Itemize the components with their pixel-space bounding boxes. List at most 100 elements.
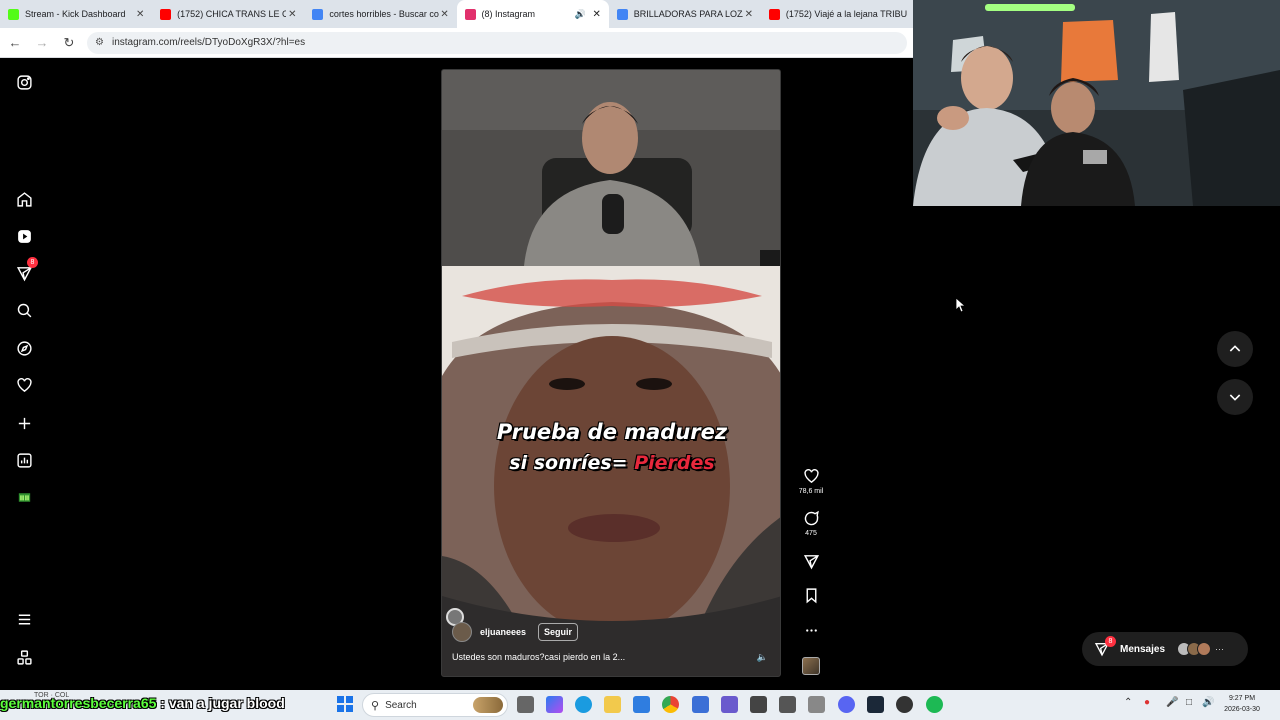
close-tab-icon[interactable]: ✕	[591, 9, 603, 20]
share-action[interactable]	[796, 553, 826, 570]
search-highlight-image	[473, 697, 503, 713]
save-action[interactable]	[796, 587, 826, 604]
tray-overflow-icon[interactable]: ⌃	[1124, 697, 1132, 708]
messages-badge: 8	[1105, 636, 1116, 647]
reel-description[interactable]: Ustedes son maduros?casi pierdo en la 2.…	[452, 652, 625, 662]
tab-title: Stream - Kick Dashboard	[25, 9, 126, 19]
google-icon	[616, 8, 628, 20]
author-username[interactable]: eljuaneees	[480, 627, 526, 637]
discord-icon[interactable]	[838, 696, 855, 713]
like-count: 78,6 mil	[798, 488, 824, 495]
overlay-caption-white: si sonríes=	[509, 452, 635, 474]
url-field[interactable]: ⚙ instagram.com/reels/DTyoDoXgR3X/?hl=es	[87, 31, 907, 54]
task-view-icon[interactable]	[517, 696, 534, 713]
browser-tab[interactable]: (1752) CHICA TRANS LE CANTA✕	[152, 0, 304, 28]
reel-author: eljuaneees Seguir	[452, 622, 579, 642]
author-avatar[interactable]	[452, 622, 472, 642]
tab-title: (1752) CHICA TRANS LE CANTA	[177, 9, 287, 19]
messages-button[interactable]: 8 Mensajes ⋯	[1082, 632, 1248, 666]
reel-footer: eljuaneees Seguir Ustedes son maduros?ca…	[442, 616, 780, 676]
close-tab-icon[interactable]: ✕	[743, 9, 755, 20]
more-avatars-icon: ⋯	[1215, 643, 1225, 654]
tray-app-icon[interactable]: ●	[1144, 697, 1150, 708]
webcam-overlay	[913, 0, 1280, 206]
dashboard-icon[interactable]	[14, 450, 34, 470]
app-icon[interactable]	[721, 696, 738, 713]
capcut-icon[interactable]	[779, 696, 796, 713]
search-icon[interactable]	[14, 300, 34, 320]
chat-username: germantorresbecerra65	[0, 695, 157, 711]
explore-icon[interactable]	[14, 338, 34, 358]
browser-tab[interactable]: (1752) Viajé a la lejana TRIBU	[761, 0, 913, 28]
original-audio-thumbnail[interactable]	[802, 657, 820, 675]
follow-button[interactable]: Seguir	[538, 623, 579, 641]
clock-date: 2026-03-30	[1224, 706, 1260, 713]
copilot-icon[interactable]	[546, 696, 563, 713]
forward-icon[interactable]: →	[30, 31, 54, 55]
also-from-meta-icon[interactable]	[14, 647, 34, 667]
tool-icon[interactable]	[750, 696, 767, 713]
profile-avatar-icon[interactable]	[14, 487, 34, 507]
tab-title: (8) Instagram	[481, 9, 536, 19]
tab-title: (1752) Viajé a la lejana TRIBU	[785, 9, 908, 19]
edge-icon[interactable]	[575, 696, 592, 713]
browser-tab[interactable]: BRILLADORAS PARA LOZA - Buscar✕	[609, 0, 761, 28]
instagram-logo-icon[interactable]	[14, 72, 34, 92]
browser-tab[interactable]: cortes horribles - Buscar con Google✕	[304, 0, 456, 28]
instagram-icon	[464, 8, 476, 20]
volume-icon[interactable]: 🔈	[757, 652, 768, 663]
reels-icon[interactable]	[14, 226, 34, 246]
tab-audio-icon[interactable]: 🔊	[575, 9, 587, 20]
chrome-icon[interactable]	[662, 696, 679, 713]
menu-icon[interactable]	[14, 609, 34, 629]
avatar	[1197, 642, 1212, 656]
kick-icon	[8, 8, 19, 20]
mouse-cursor-icon	[956, 298, 966, 312]
like-action[interactable]: 78,6 mil	[796, 468, 826, 495]
spotify-icon[interactable]	[926, 696, 943, 713]
reload-icon[interactable]: ↻	[57, 31, 81, 55]
google-icon	[312, 8, 324, 20]
reel-video[interactable]: Prueba de madurez si sonríes= Pierdes el…	[441, 69, 781, 677]
comment-icon	[804, 510, 819, 526]
previous-reel-button[interactable]	[1217, 331, 1253, 367]
more-options-icon[interactable]	[796, 622, 826, 639]
message-avatars	[1177, 642, 1212, 656]
close-tab-icon[interactable]: ✕	[439, 9, 451, 20]
next-reel-button[interactable]	[1217, 379, 1253, 415]
address-bar: ← → ↻ ⚙ instagram.com/reels/DTyoDoXgR3X/…	[0, 28, 913, 58]
create-icon[interactable]	[14, 413, 34, 433]
close-tab-icon[interactable]: ✕	[134, 9, 146, 20]
chat-message: : van a jugar blood	[156, 695, 285, 711]
chevron-down-icon	[1229, 394, 1241, 401]
share-icon	[803, 555, 819, 570]
windows-start-icon[interactable]	[337, 696, 353, 712]
url-text: instagram.com/reels/DTyoDoXgR3X/?hl=es	[111, 37, 306, 48]
notification-badge: 8	[27, 257, 38, 268]
notepad-icon[interactable]	[808, 696, 825, 713]
reel-video-top-frame	[442, 70, 780, 266]
close-tab-icon[interactable]: ✕	[286, 9, 298, 20]
taskbar-clock[interactable]: 9:27 PM 2026-03-30	[1212, 693, 1272, 715]
microphone-icon[interactable]: 🎤	[1166, 697, 1178, 708]
chevron-up-icon	[1229, 345, 1241, 352]
steam-icon[interactable]	[867, 696, 884, 713]
obs-icon[interactable]	[896, 696, 913, 713]
file-explorer-icon[interactable]	[604, 696, 621, 713]
tab-title: BRILLADORAS PARA LOZA - Buscar	[633, 9, 743, 19]
browser-tab[interactable]: (8) Instagram 🔊 ✕	[456, 0, 609, 28]
taskbar-search[interactable]: ⚲ Search	[362, 693, 508, 717]
site-info-icon[interactable]: ⚙	[95, 37, 104, 48]
direct-messages-icon[interactable]: 8	[14, 257, 38, 283]
heart-icon[interactable]	[14, 375, 34, 395]
youtube-icon	[768, 8, 780, 20]
comment-action[interactable]: 475	[796, 510, 826, 537]
store-icon[interactable]	[692, 696, 709, 713]
network-icon[interactable]: □	[1186, 697, 1192, 708]
overlay-caption-line1: Prueba de madurez	[496, 420, 728, 444]
outlook-icon[interactable]	[633, 696, 650, 713]
home-icon[interactable]	[14, 189, 34, 209]
back-icon[interactable]: ←	[3, 31, 27, 55]
windows-taskbar: TOR · COL ⚲ Search ⌃ ● 🎤 □ 🔊 9:27 PM 202…	[0, 690, 1280, 720]
browser-tab[interactable]: Stream - Kick Dashboard ✕	[0, 0, 152, 28]
